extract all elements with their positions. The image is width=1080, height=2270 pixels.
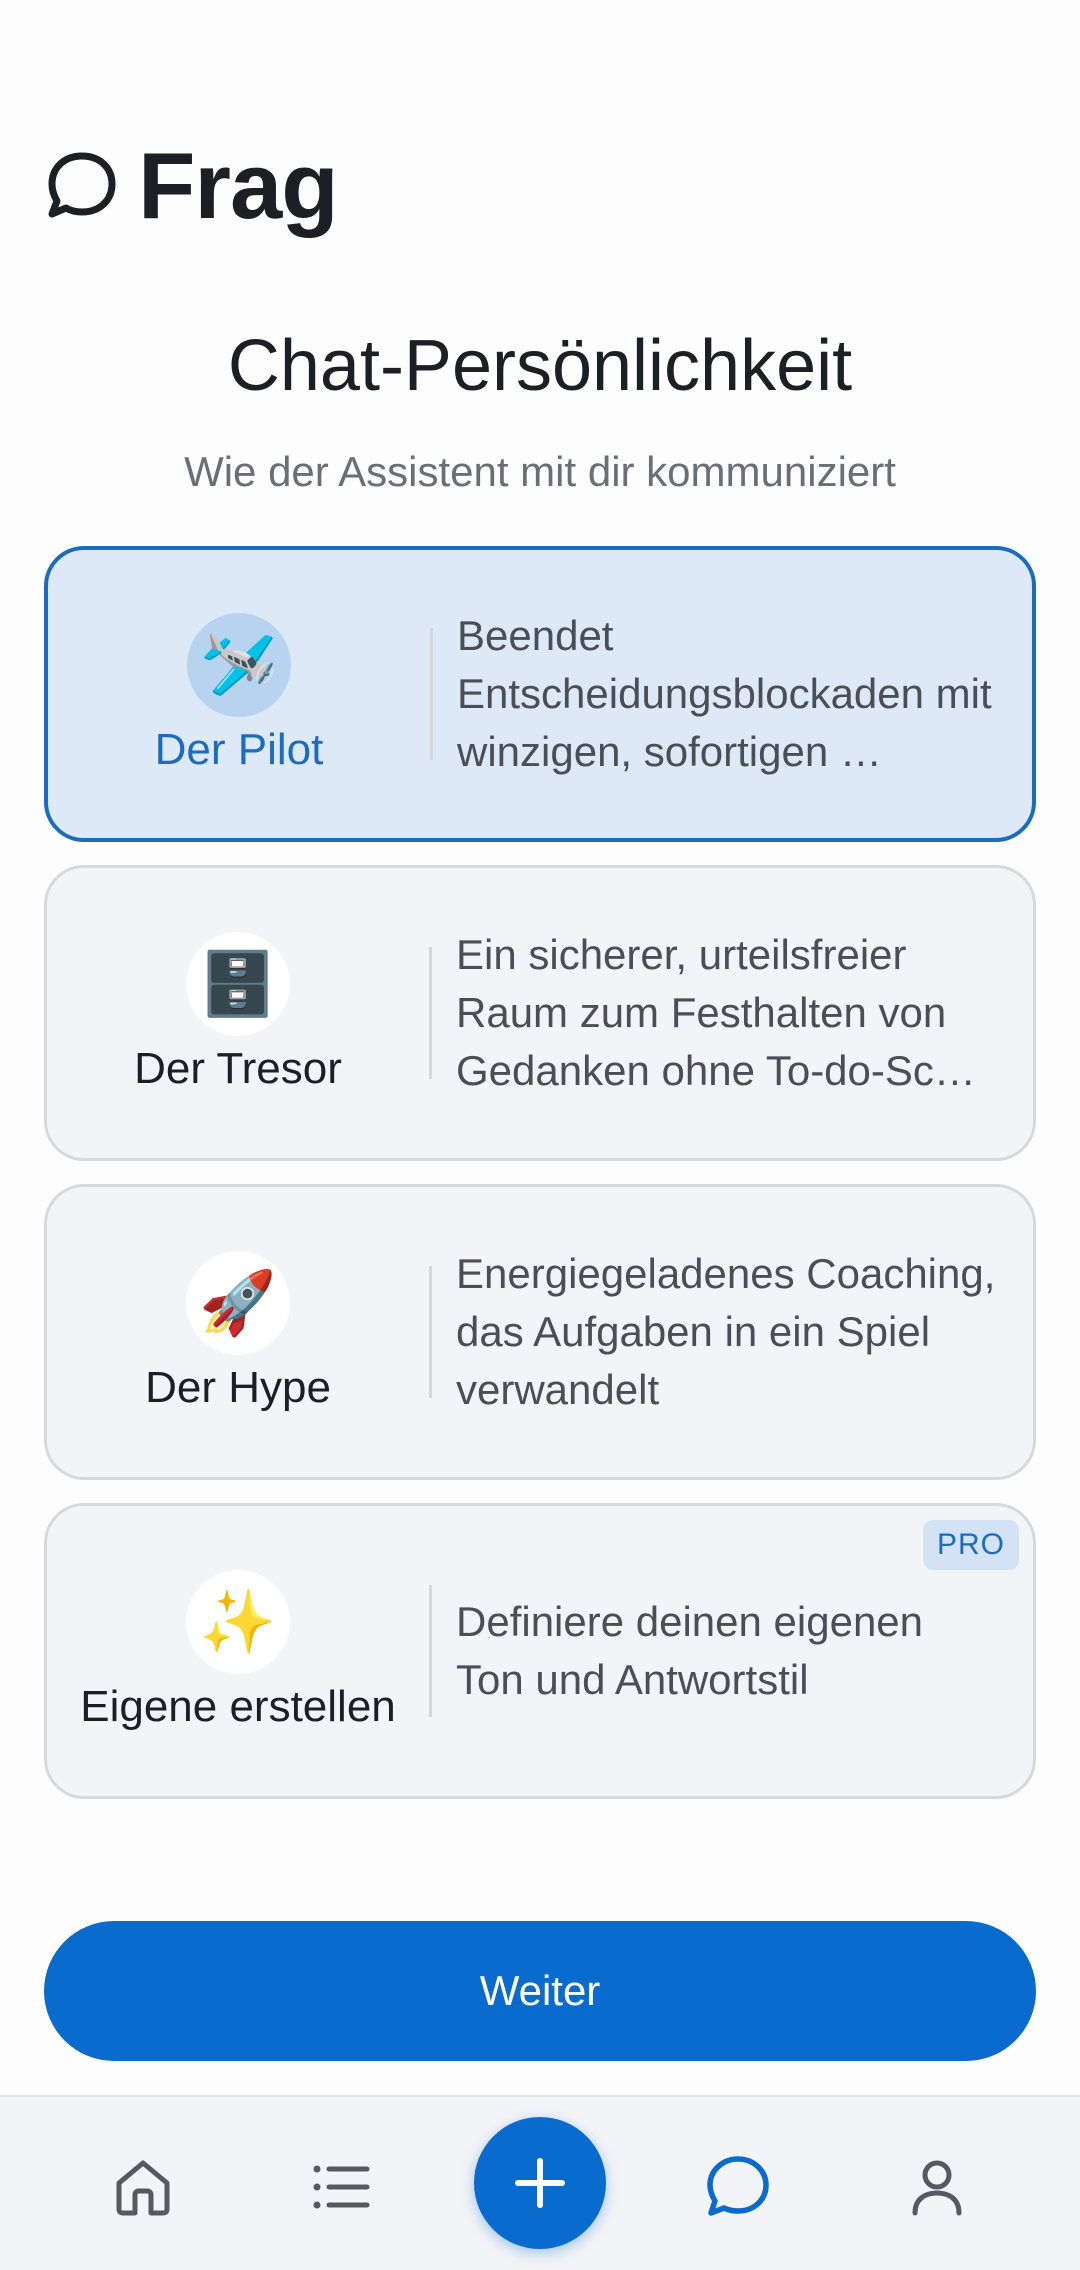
list-icon (313, 2165, 370, 2209)
app-header: Frag (44, 132, 339, 240)
personality-card-header: ✨ Eigene erstellen (47, 1506, 429, 1796)
chat-icon (707, 2156, 769, 2216)
tab-home[interactable] (103, 2147, 183, 2227)
personality-name: Der Pilot (154, 725, 324, 774)
home-icon (116, 2160, 170, 2216)
tab-list[interactable] (301, 2147, 381, 2227)
personality-card-pilot[interactable]: 🛩️ Der Pilot Beendet Entscheidungsblocka… (44, 546, 1036, 842)
section-title: Chat-Persönlichkeit (227, 326, 853, 406)
personality-card-custom[interactable]: PRO ✨ Eigene erstellen Definiere deinen … (44, 1503, 1036, 1799)
plus-icon (515, 2158, 565, 2208)
personality-description-container: Beendet Entscheidungsblockaden mit winzi… (433, 607, 1032, 781)
personality-card-header: 🛩️ Der Pilot (48, 550, 430, 838)
personality-card-header: 🗄️ Der Tresor (47, 868, 429, 1158)
tab-chat[interactable] (698, 2147, 778, 2227)
sparkles-icon: ✨ (186, 1570, 290, 1674)
personality-description-container: Ein sicherer, urteilsfreier Raum zum Fes… (432, 926, 1033, 1100)
continue-button[interactable]: Weiter (44, 1921, 1036, 2061)
airplane-icon: 🛩️ (187, 613, 291, 717)
personality-card-header: 🚀 Der Hype (47, 1187, 429, 1477)
file-cabinet-icon: 🗄️ (186, 932, 290, 1036)
bottom-tab-bar (0, 2095, 1080, 2270)
page-title: Frag (138, 133, 339, 238)
profile-icon (912, 2160, 962, 2216)
chat-bubble-icon (48, 152, 116, 218)
personality-description: Energiegeladenes Coaching, das Aufgaben … (456, 1250, 996, 1413)
personality-name: Der Hype (145, 1363, 331, 1412)
section-subtitle: Wie der Assistent mit dir kommuniziert (184, 448, 896, 495)
rocket-icon: 🚀 (186, 1251, 290, 1355)
personality-description: Definiere deinen eigenen Ton und Antwort… (456, 1598, 924, 1703)
personality-card-hype[interactable]: 🚀 Der Hype Energiegeladenes Coaching, da… (44, 1184, 1036, 1480)
personality-name: Der Tresor (134, 1044, 342, 1093)
add-button[interactable] (474, 2117, 606, 2249)
tab-profile[interactable] (897, 2147, 977, 2227)
personality-name: Eigene erstellen (80, 1682, 396, 1731)
personality-card-tresor[interactable]: 🗄️ Der Tresor Ein sicherer, urteilsfreie… (44, 865, 1036, 1161)
personality-description-container: Definiere deinen eigenen Ton und Antwort… (432, 1593, 1033, 1709)
pro-badge: PRO (922, 1520, 1019, 1570)
personality-description: Beendet Entscheidungsblockaden mit winzi… (457, 612, 992, 775)
personality-description: Ein sicherer, urteilsfreier Raum zum Fes… (456, 931, 976, 1094)
personality-description-container: Energiegeladenes Coaching, das Aufgaben … (432, 1245, 1033, 1419)
